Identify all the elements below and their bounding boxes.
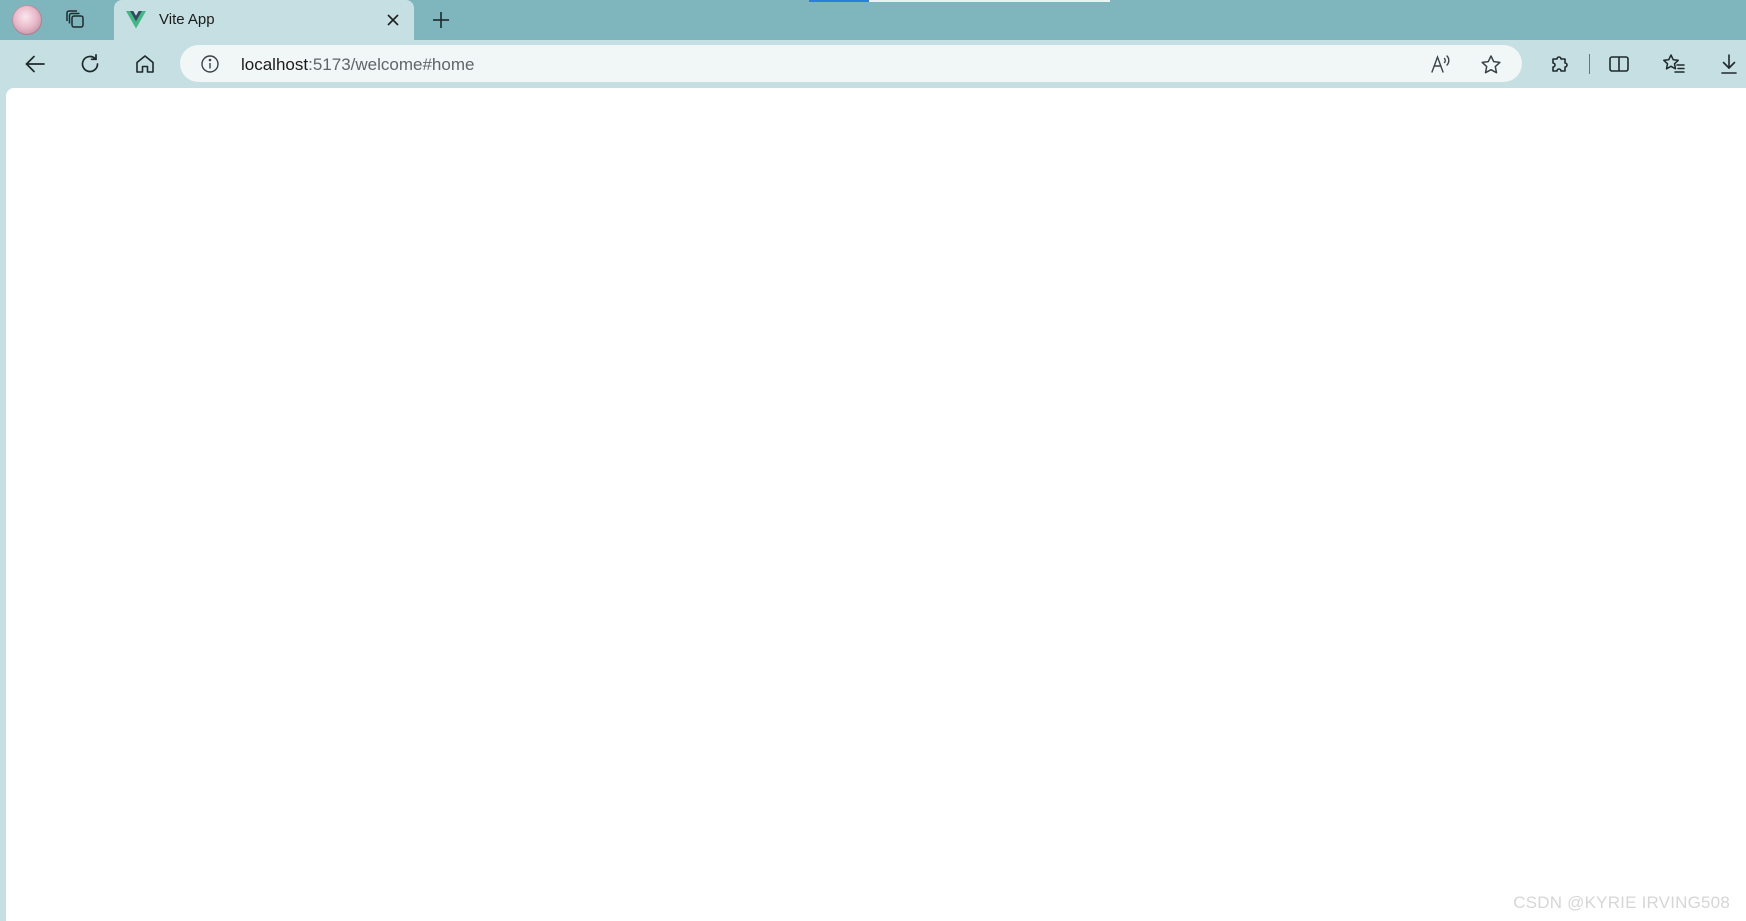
read-aloud-button[interactable]	[1430, 53, 1452, 75]
refresh-button[interactable]	[75, 49, 105, 79]
add-favorite-button[interactable]	[1479, 53, 1503, 77]
downloads-button[interactable]	[1714, 49, 1744, 79]
tab-title: Vite App	[159, 11, 215, 28]
url-text[interactable]: localhost:5173/welcome#home	[241, 55, 474, 75]
extensions-button[interactable]	[1544, 49, 1574, 79]
favorites-list-icon	[1662, 53, 1686, 75]
browser-toolbar: localhost:5173/welcome#home	[0, 40, 1746, 88]
tab-actions-button[interactable]	[62, 7, 90, 33]
url-host: localhost	[241, 55, 309, 74]
tab-strip: Vite App	[0, 0, 1746, 40]
loading-progress-track	[869, 0, 1110, 2]
puzzle-icon	[1548, 53, 1570, 75]
active-tab[interactable]: Vite App	[114, 0, 414, 40]
split-screen-button[interactable]	[1604, 49, 1634, 79]
toolbar-separator	[1589, 54, 1590, 74]
plus-icon	[431, 10, 451, 30]
watermark-text: CSDN @KYRIE IRVING508	[1513, 893, 1730, 912]
site-info-button[interactable]	[200, 54, 220, 74]
new-tab-button[interactable]	[428, 7, 454, 33]
download-icon	[1718, 53, 1740, 75]
home-button[interactable]	[130, 49, 160, 79]
address-bar[interactable]: localhost:5173/welcome#home	[180, 45, 1522, 82]
back-button[interactable]	[20, 49, 50, 79]
tab-close-button[interactable]	[382, 9, 404, 31]
profile-avatar[interactable]	[12, 5, 42, 35]
info-icon	[200, 54, 220, 74]
tab-actions-icon	[65, 9, 87, 31]
vue-logo-icon	[126, 11, 146, 29]
loading-progress	[809, 0, 869, 2]
star-icon	[1480, 54, 1502, 76]
split-screen-icon	[1608, 53, 1630, 75]
favorites-button[interactable]	[1659, 49, 1689, 79]
read-aloud-icon	[1430, 53, 1452, 75]
browser-window: Vite App localhost:5173/welcome#home CSD…	[0, 0, 1746, 921]
page-content[interactable]: CSDN @KYRIE IRVING508	[6, 88, 1746, 921]
back-arrow-icon	[24, 53, 46, 75]
url-path: :5173/welcome#home	[308, 55, 475, 74]
refresh-icon	[79, 53, 101, 75]
home-icon	[134, 53, 156, 75]
close-icon	[386, 13, 400, 27]
